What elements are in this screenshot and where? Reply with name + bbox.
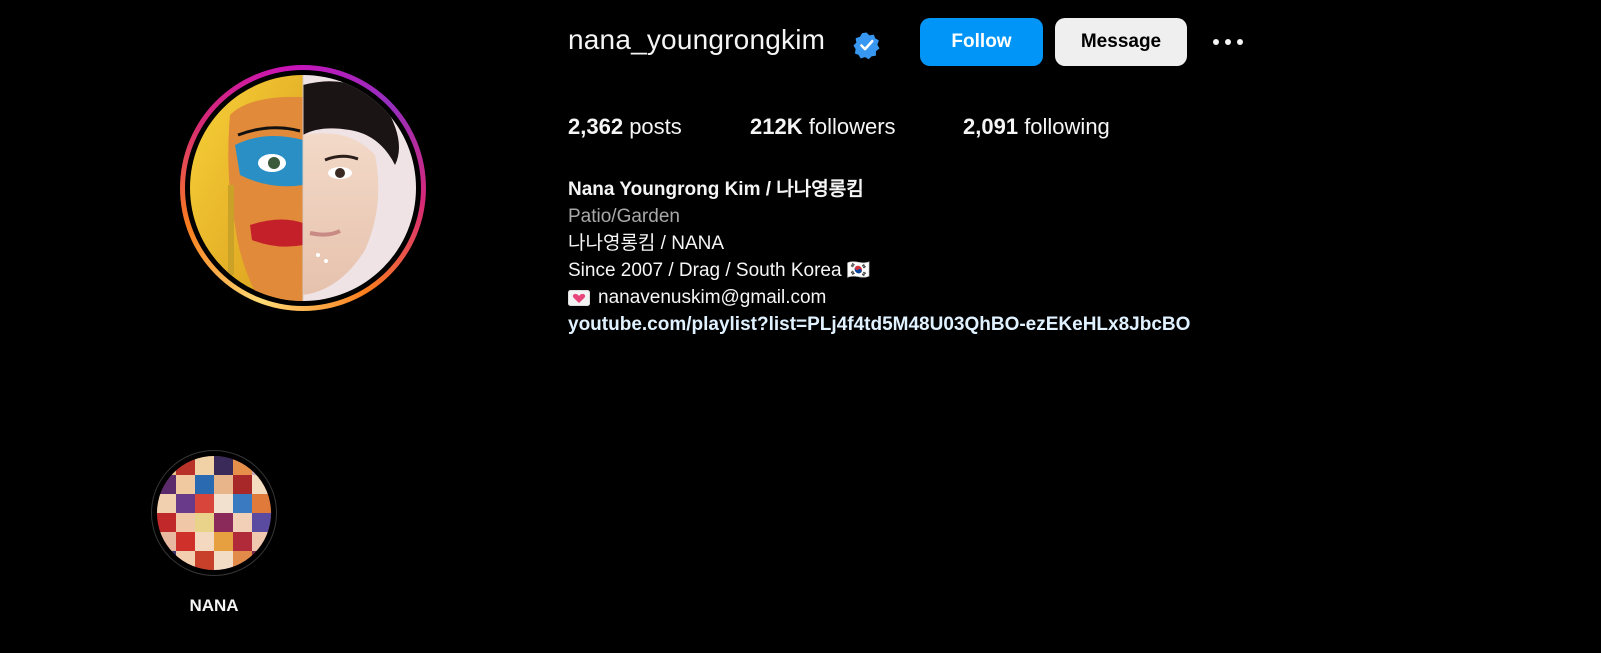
posts-label: posts	[629, 114, 682, 139]
avatar-image	[190, 75, 416, 301]
posts-count: 2,362 posts	[568, 114, 682, 140]
message-button[interactable]: Message	[1055, 18, 1187, 66]
profile-category[interactable]: Patio/Garden	[568, 203, 1190, 230]
profile-bio: Nana Youngrong Kim / 나나영롱킴 Patio/Garden …	[568, 176, 1190, 338]
avatar-gap	[185, 70, 421, 306]
follow-button[interactable]: Follow	[920, 18, 1043, 66]
highlight-label: NANA	[189, 596, 239, 615]
posts-number: 2,362	[568, 114, 624, 139]
profile-username: nana_youngrongkim	[568, 24, 826, 55]
bio-line-1: 나나영롱킴 / NANA	[568, 233, 725, 254]
followers-number: 212K	[750, 114, 803, 139]
more-options-icon[interactable]	[1210, 32, 1246, 52]
highlight-nana[interactable]	[151, 450, 277, 576]
verified-badge-icon	[853, 32, 880, 60]
followers-link[interactable]: 212K followers	[750, 114, 896, 140]
heart-letter-icon	[568, 289, 590, 306]
profile-avatar[interactable]	[180, 65, 426, 311]
bio-line-2: Since 2007 / Drag / South Korea 🇰🇷	[568, 260, 871, 281]
followers-label: followers	[808, 114, 896, 139]
following-number: 2,091	[963, 114, 1019, 139]
bio-email: nanavenuskim@gmail.com	[598, 287, 827, 308]
bio-email-line: nanavenuskim@gmail.com	[568, 284, 1190, 311]
highlight-cover-image	[157, 456, 271, 570]
following-label: following	[1024, 114, 1110, 139]
following-link[interactable]: 2,091 following	[963, 114, 1110, 140]
profile-full-name: Nana Youngrong Kim / 나나영롱킴	[568, 179, 864, 200]
bio-link[interactable]: youtube.com/playlist?list=PLj4f4td5M48U0…	[568, 314, 1190, 335]
